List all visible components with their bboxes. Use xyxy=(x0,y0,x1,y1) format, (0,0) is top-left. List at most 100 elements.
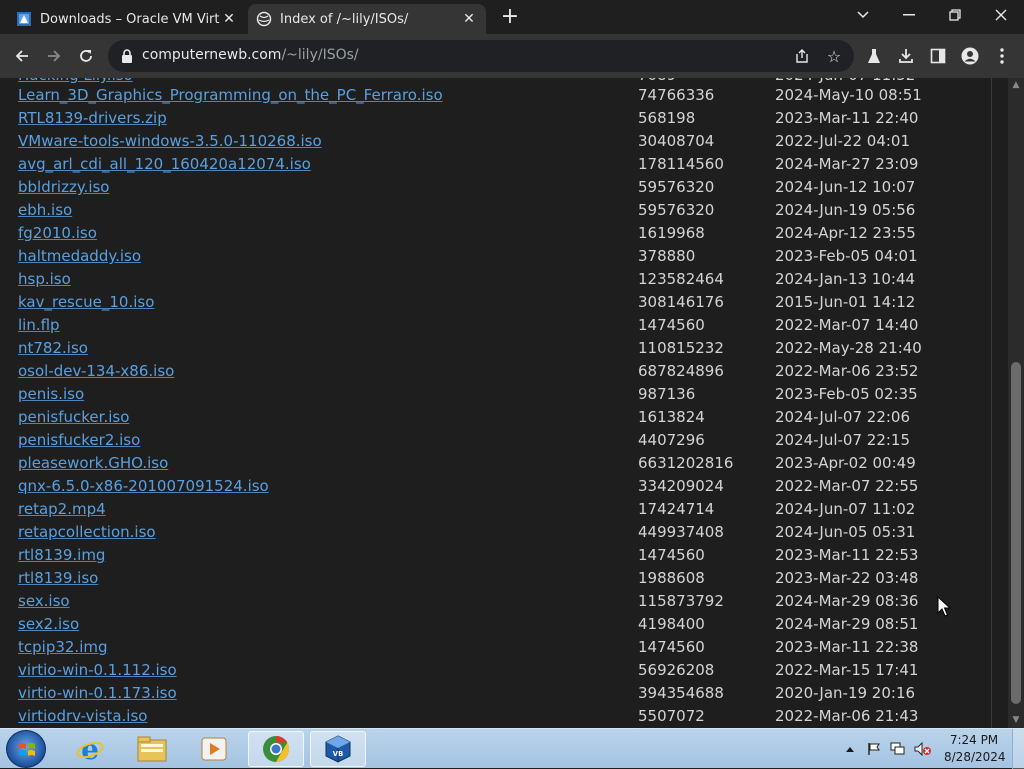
scrollbar-thumb[interactable] xyxy=(1011,362,1021,704)
file-link[interactable]: qnx-6.5.0-x86-201007091524.iso xyxy=(18,475,269,498)
file-link[interactable]: virtio-win-0.1.173.iso xyxy=(18,682,177,705)
clock-date: 8/28/2024 xyxy=(944,750,1006,764)
browser-toolbar: computernewb.com/~lily/ISOs/ ☆ xyxy=(0,34,1024,78)
tab-title: Index of /~lily/ISOs/ xyxy=(280,11,409,27)
profile-avatar-icon[interactable] xyxy=(958,44,982,68)
bookmark-star-icon[interactable]: ☆ xyxy=(824,46,844,66)
file-link[interactable]: rtl8139.img xyxy=(18,544,105,567)
file-link[interactable]: retapcollection.iso xyxy=(18,521,156,544)
table-row: retap2.mp4 17424714 2024-Jun-07 11:02 xyxy=(0,498,1008,521)
file-size: 74766336 xyxy=(638,86,715,104)
table-row: hsp.iso 123582464 2024-Jan-13 10:44 xyxy=(0,268,1008,291)
scroll-down-arrow-icon[interactable]: ▼ xyxy=(1011,715,1021,725)
file-link[interactable]: VMware-tools-windows-3.5.0-110268.iso xyxy=(18,130,322,153)
file-link[interactable]: penisfucker2.iso xyxy=(18,429,140,452)
start-button[interactable] xyxy=(6,730,46,768)
windows-explorer-folder-icon[interactable] xyxy=(124,731,180,767)
action-center-flag-icon[interactable] xyxy=(864,729,884,769)
file-link[interactable]: sex2.iso xyxy=(18,613,79,636)
file-date: 2023-Feb-05 02:35 xyxy=(775,385,918,403)
file-link[interactable]: virtio-win-0.1.112.iso xyxy=(18,659,177,682)
file-date: 2024-Jul-07 22:15 xyxy=(775,431,911,449)
table-row: kav_rescue_10.iso 308146176 2015-Jun-01 14… xyxy=(0,291,1008,314)
table-row: bbldrizzy.iso 59576320 2024-Jun-12 10:07 xyxy=(0,176,1008,199)
file-size: 449937408 xyxy=(638,523,724,541)
file-link[interactable]: ebh.iso xyxy=(18,199,72,222)
menu-dots-icon[interactable] xyxy=(990,44,1014,68)
show-hidden-icons-arrow-icon[interactable] xyxy=(842,729,858,769)
table-row: haltmedaddy.iso 378880 2023-Feb-05 04:01 xyxy=(0,245,1008,268)
file-link[interactable]: sex.iso xyxy=(18,590,70,613)
file-date: 2022-Mar-07 22:55 xyxy=(775,477,919,495)
file-link[interactable]: pleasework.GHO.iso xyxy=(18,452,168,475)
close-window-icon[interactable] xyxy=(978,0,1024,30)
close-tab-icon[interactable]: ✕ xyxy=(460,10,478,28)
tab-search-chevron-icon[interactable] xyxy=(840,0,886,30)
table-row: virtio-win-0.1.112.iso 56926208 2022-Mar-1… xyxy=(0,659,1008,682)
extensions-flask-icon[interactable] xyxy=(862,44,886,68)
file-link[interactable]: haltmedaddy.iso xyxy=(18,245,141,268)
file-date: 2022-Jul-22 04:01 xyxy=(775,132,911,150)
file-link[interactable]: kav_rescue_10.iso xyxy=(18,291,154,314)
file-link[interactable]: RTL8139-drivers.zip xyxy=(18,107,167,130)
table-row: sex2.iso 4198400 2024-Mar-29 08:51 xyxy=(0,613,1008,636)
file-link[interactable]: fg2010.iso xyxy=(18,222,97,245)
tab-index-isos[interactable]: Index of /~lily/ISOs/ ✕ xyxy=(248,4,486,34)
back-arrow-icon[interactable] xyxy=(8,42,36,70)
file-link[interactable]: virtiodrv-vista.iso xyxy=(18,705,147,728)
close-tab-icon[interactable]: ✕ xyxy=(220,10,238,28)
file-date: 2024-May-10 08:51 xyxy=(775,86,922,104)
restore-icon[interactable] xyxy=(932,0,978,30)
chrome-taskbar-icon[interactable] xyxy=(248,731,304,767)
address-bar[interactable]: computernewb.com/~lily/ISOs/ ☆ xyxy=(108,40,854,72)
file-size: 4407296 xyxy=(638,431,705,449)
file-link[interactable]: rtl8139.iso xyxy=(18,567,98,590)
tab-downloads[interactable]: Downloads – Oracle VM VirtualB ✕ xyxy=(8,4,246,34)
table-row: Learn_3D_Graphics_Programming_on_the_PC_… xyxy=(0,84,1008,107)
file-link[interactable]: nt782.iso xyxy=(18,337,88,360)
file-size: 568198 xyxy=(638,109,696,127)
forward-arrow-icon[interactable] xyxy=(40,42,68,70)
virtualbox-taskbar-icon[interactable]: VB xyxy=(310,731,366,767)
system-clock[interactable]: 7:24 PM 8/28/2024 xyxy=(944,732,1006,766)
download-icon[interactable] xyxy=(894,44,918,68)
clock-time: 7:24 PM xyxy=(949,733,999,747)
new-tab-plus-icon[interactable]: + xyxy=(498,6,522,30)
lock-icon[interactable] xyxy=(120,48,134,64)
table-row: avg_arl_cdi_all_120_160420a12074.iso 1781… xyxy=(0,153,1008,176)
file-size: 1474560 xyxy=(638,546,705,564)
file-link[interactable]: penisfucker.iso xyxy=(18,406,129,429)
file-size: 334209024 xyxy=(638,477,724,495)
file-size: 308146176 xyxy=(638,293,724,311)
file-link[interactable]: bbldrizzy.iso xyxy=(18,176,109,199)
file-size: 17424714 xyxy=(638,500,715,518)
file-link[interactable]: Learn_3D_Graphics_Programming_on_the_PC_… xyxy=(18,84,443,107)
file-size: 378880 xyxy=(638,247,696,265)
file-date: 2024-Jan-13 10:44 xyxy=(775,270,916,288)
file-link[interactable]: penis.iso xyxy=(18,383,84,406)
volume-muted-icon[interactable] xyxy=(912,729,934,769)
windows-taskbar: e VB 7:24 PM 8/28/2024 xyxy=(0,728,1024,769)
show-desktop-button[interactable] xyxy=(1012,729,1024,769)
side-panel-icon[interactable] xyxy=(926,44,950,68)
file-link[interactable]: osol-dev-134-x86.iso xyxy=(18,360,174,383)
table-row: nt782.iso 110815232 2022-May-28 21:40 xyxy=(0,337,1008,360)
network-icon[interactable] xyxy=(888,729,908,769)
share-icon[interactable] xyxy=(792,46,812,66)
file-link[interactable]: tcpip32.img xyxy=(18,636,108,659)
table-row: retapcollection.iso 449937408 2024-Jun-05 … xyxy=(0,521,1008,544)
minimize-icon[interactable] xyxy=(886,0,932,30)
vertical-scrollbar[interactable]: ▲ ▼ xyxy=(1008,78,1024,728)
file-link[interactable]: lin.flp xyxy=(18,314,60,337)
file-link[interactable]: retap2.mp4 xyxy=(18,498,106,521)
internet-explorer-icon[interactable]: e xyxy=(62,731,118,767)
file-link[interactable]: hsp.iso xyxy=(18,268,71,291)
file-date: 2022-Mar-07 14:40 xyxy=(775,316,919,334)
file-link[interactable]: avg_arl_cdi_all_120_160420a12074.iso xyxy=(18,153,311,176)
scroll-up-arrow-icon[interactable]: ▲ xyxy=(1011,80,1021,90)
tab-title: Downloads – Oracle VM VirtualB xyxy=(40,11,220,27)
svg-text:VB: VB xyxy=(333,750,344,758)
table-row: rtl8139.img 1474560 2023-Mar-11 22:53 xyxy=(0,544,1008,567)
reload-icon[interactable] xyxy=(72,42,100,70)
media-player-icon[interactable] xyxy=(186,731,242,767)
